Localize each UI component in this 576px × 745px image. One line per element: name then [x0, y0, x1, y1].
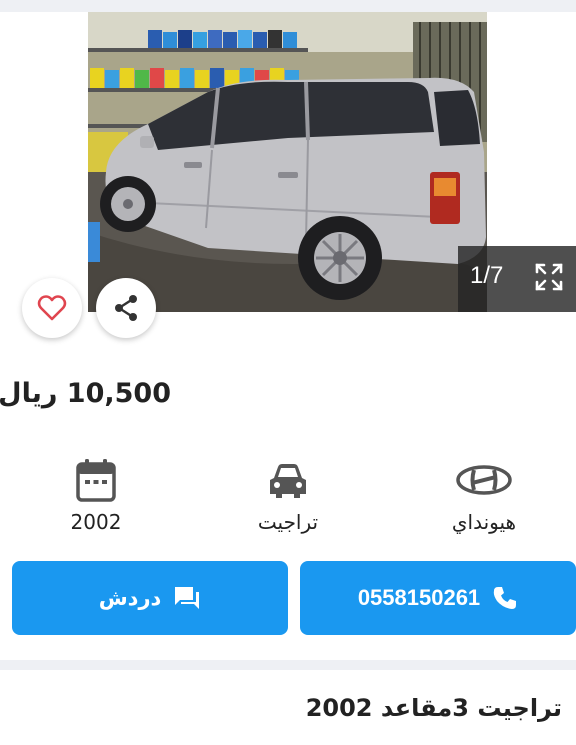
favorite-button[interactable]: [22, 278, 82, 338]
chat-button[interactable]: دردش: [12, 561, 288, 635]
photo-counter-overlay: 1/7: [458, 246, 576, 312]
phone-number: 0558150261: [357, 585, 481, 610]
top-strip: [0, 0, 576, 12]
spec-year: 2002: [16, 458, 176, 534]
hyundai-logo-icon: [456, 465, 512, 495]
share-icon: [115, 295, 137, 321]
photo-gallery[interactable]: 1/7: [0, 12, 576, 312]
section-divider: [0, 660, 576, 670]
photo-counter: 1/7: [470, 262, 504, 289]
share-button[interactable]: [96, 278, 156, 338]
spec-model: تراجيت: [208, 458, 368, 534]
call-button[interactable]: 0558150261: [300, 561, 576, 635]
chat-icon: [175, 587, 200, 609]
spec-brand: هيونداي: [404, 458, 564, 534]
spec-brand-value: هيونداي: [451, 510, 517, 534]
next-photo-button[interactable]: [512, 130, 542, 160]
listing-price: 10,500 ريال: [0, 378, 171, 409]
phone-icon: [493, 587, 517, 609]
fullscreen-icon[interactable]: [534, 262, 564, 292]
chat-button-label: دردش: [98, 586, 162, 610]
spec-year-value: 2002: [70, 510, 122, 534]
chevron-right-icon: [522, 135, 534, 155]
listing-title: تراجيت 3مقاعد 2002: [305, 694, 562, 722]
heart-icon: [37, 295, 67, 321]
spec-model-value: تراجيت: [257, 510, 319, 534]
car-icon: [270, 464, 306, 498]
previous-photo-button[interactable]: [34, 130, 64, 160]
car-photo[interactable]: [88, 12, 487, 312]
chevron-left-icon: [42, 135, 54, 155]
calendar-icon: [76, 459, 116, 502]
